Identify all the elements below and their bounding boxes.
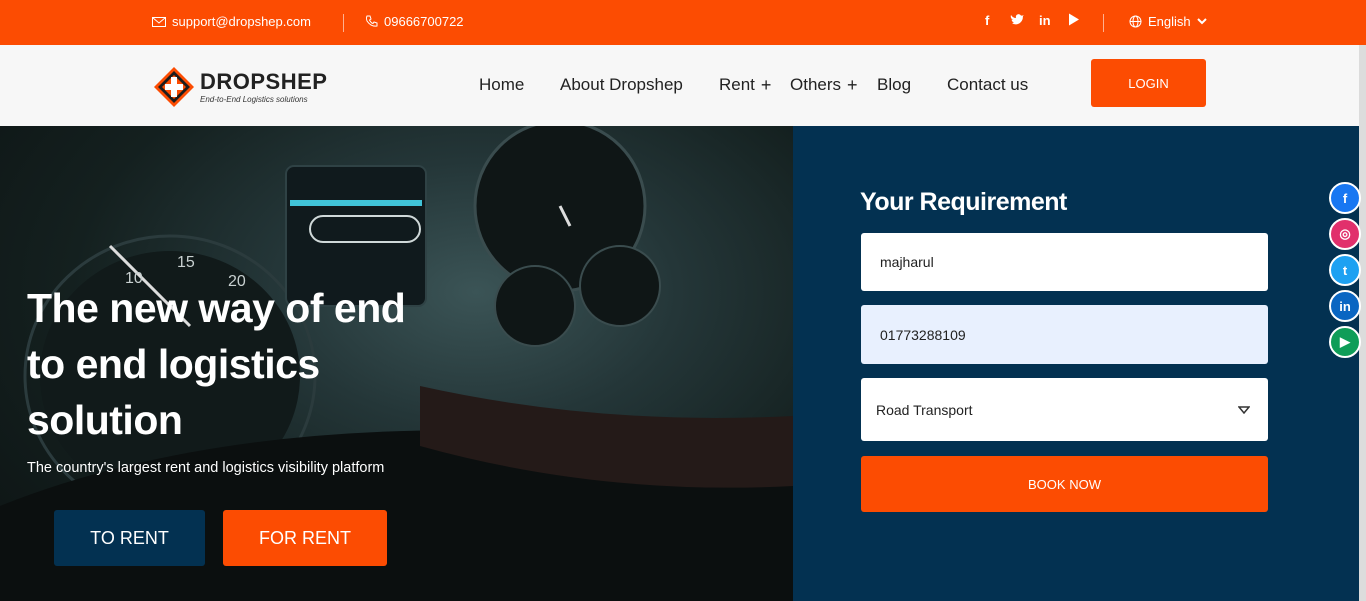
phone-icon [366, 15, 378, 27]
nav-others[interactable]: Others + [790, 75, 858, 95]
support-email: support@dropshep.com [172, 14, 311, 29]
language-selector[interactable]: English [1129, 14, 1207, 29]
globe-icon [1129, 15, 1142, 28]
play-store-icon[interactable]: ▶ [1329, 326, 1361, 358]
support-email-link[interactable]: support@dropshep.com [152, 14, 311, 29]
nav-about[interactable]: About Dropshep [560, 75, 683, 95]
phone-input[interactable]: 01773288109 [861, 305, 1268, 364]
name-input[interactable]: majharul [861, 233, 1268, 291]
instagram-icon[interactable]: ◎ [1329, 218, 1361, 250]
for-rent-button[interactable]: FOR RENT [223, 510, 387, 566]
play-store-icon[interactable] [1068, 13, 1080, 29]
chevron-down-icon [1196, 18, 1207, 25]
hero-subtitle: The country's largest rent and logistics… [27, 460, 385, 476]
divider [1103, 14, 1104, 32]
facebook-icon[interactable]: f [985, 13, 989, 28]
plus-icon: + [760, 74, 772, 95]
brand-tagline: End-to-End Logistics solutions [200, 94, 308, 104]
main-header: DROPSHEP End-to-End Logistics solutions … [0, 45, 1366, 126]
twitter-icon[interactable] [1010, 13, 1025, 29]
nav-contact[interactable]: Contact us [947, 75, 1028, 95]
nav-rent[interactable]: Rent + [719, 75, 771, 95]
brand-name: DROPSHEP [200, 68, 328, 94]
phone-number: 09666700722 [384, 14, 464, 29]
language-label: English [1148, 14, 1191, 29]
requirement-form: Your Requirement majharul 01773288109 Ro… [793, 126, 1366, 601]
login-button[interactable]: LOGIN [1091, 59, 1206, 107]
scrollbar-track[interactable] [1359, 45, 1366, 601]
nav-home[interactable]: Home [479, 75, 524, 95]
svg-text:15: 15 [177, 254, 195, 271]
dropshep-logo-icon [154, 67, 194, 107]
brand-logo[interactable]: DROPSHEP End-to-End Logistics solutions [152, 65, 327, 109]
hero-title: The new way of end to end logistics solu… [27, 285, 406, 443]
facebook-icon[interactable]: f [1329, 182, 1361, 214]
dropdown-arrow-icon [1238, 405, 1250, 414]
linkedin-icon[interactable]: in [1329, 290, 1361, 322]
phone-link[interactable]: 09666700722 [365, 14, 464, 29]
hero-banner: 10 15 20 The new way of end to end logisti… [0, 126, 793, 601]
to-rent-button[interactable]: TO RENT [54, 510, 205, 566]
transport-select[interactable]: Road Transport [861, 378, 1268, 441]
divider [343, 14, 344, 32]
top-bar: support@dropshep.com 09666700722 f in En… [0, 0, 1366, 45]
mail-icon [152, 16, 166, 27]
book-now-button[interactable]: BOOK NOW [861, 456, 1268, 512]
form-title: Your Requirement [860, 188, 1067, 216]
plus-icon: + [847, 74, 858, 95]
twitter-icon[interactable]: t [1329, 254, 1361, 286]
nav-blog[interactable]: Blog [877, 75, 911, 95]
linkedin-icon[interactable]: in [1039, 13, 1051, 28]
